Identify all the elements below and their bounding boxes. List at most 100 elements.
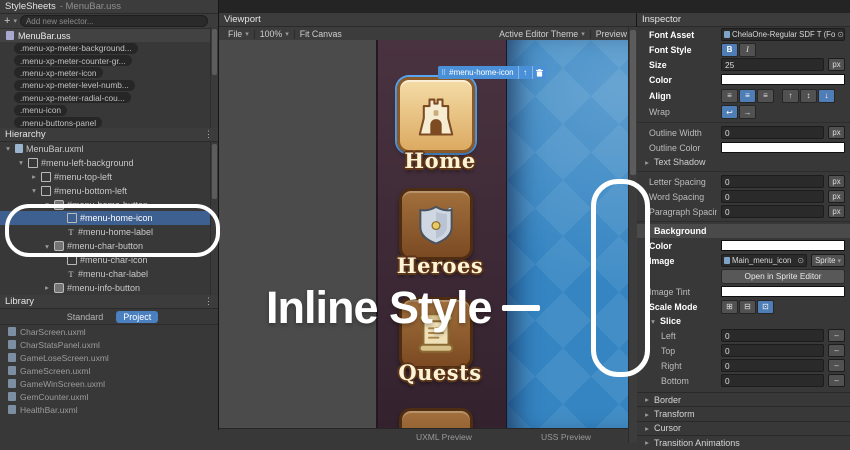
library-item[interactable]: GemCounter.uxml bbox=[0, 390, 218, 403]
slice-left-unit-dropdown[interactable]: – bbox=[828, 329, 845, 342]
object-picker-icon[interactable]: ⊙ bbox=[837, 30, 844, 39]
wrap-off-button[interactable]: → bbox=[739, 105, 756, 119]
game-heroes-button[interactable] bbox=[399, 188, 473, 260]
library-item[interactable]: GameWinScreen.uxml bbox=[0, 377, 218, 390]
tab-standard[interactable]: Standard bbox=[60, 311, 111, 323]
outline-width-input[interactable]: 0 bbox=[721, 126, 824, 139]
foldout-icon[interactable]: ▾ bbox=[30, 186, 38, 195]
background-color-swatch[interactable] bbox=[721, 240, 845, 251]
foldout-icon[interactable]: ▸ bbox=[43, 283, 51, 292]
library-item[interactable]: CharScreen.uxml bbox=[0, 325, 218, 338]
add-selector-input[interactable] bbox=[20, 15, 208, 27]
stylesheets-scrollbar-thumb[interactable] bbox=[212, 29, 217, 75]
slice-bottom-unit-dropdown[interactable]: – bbox=[828, 374, 845, 387]
slice-left-input[interactable]: 0 bbox=[721, 329, 824, 342]
stylesheet-file-row[interactable]: MenuBar.uss bbox=[0, 29, 218, 42]
selector-row[interactable]: .menu-xp-meter-level-numb... bbox=[0, 79, 218, 91]
image-type-dropdown[interactable]: Sprite ▾ bbox=[811, 254, 845, 267]
image-tint-swatch[interactable] bbox=[721, 286, 845, 297]
word-spacing-input[interactable]: 0 bbox=[721, 190, 824, 203]
paragraph-spacing-unit-dropdown[interactable]: px bbox=[828, 205, 845, 218]
tab-project[interactable]: Project bbox=[116, 311, 158, 323]
slice-right-input[interactable]: 0 bbox=[721, 359, 824, 372]
uxml-preview-pane-header[interactable]: UXML Preview bbox=[416, 432, 472, 442]
hierarchy-item[interactable]: ▾ #menu-char-button bbox=[0, 239, 218, 253]
hierarchy-item[interactable]: ▾ #menu-home-button bbox=[0, 198, 218, 212]
hierarchy-scrollbar-thumb[interactable] bbox=[212, 144, 217, 199]
delete-icon[interactable] bbox=[532, 66, 546, 79]
outline-width-unit-dropdown[interactable]: px bbox=[828, 126, 845, 139]
selector-row[interactable]: .menu-xp-meter-counter-gr... bbox=[0, 54, 218, 66]
selector-row[interactable]: .menu-xp-meter-radial-cou... bbox=[0, 92, 218, 104]
font-size-input[interactable]: 25 bbox=[721, 58, 824, 71]
fit-canvas-button[interactable]: Fit Canvas bbox=[295, 27, 347, 41]
font-asset-field[interactable]: ChelaOne-Regular SDF T (Fo ⊙ bbox=[721, 28, 845, 41]
scale-crop-button[interactable]: ⊡ bbox=[757, 300, 774, 314]
zoom-dropdown[interactable]: 100%▾ bbox=[255, 27, 294, 41]
outline-color-swatch[interactable] bbox=[721, 142, 845, 153]
add-selector-caret-icon[interactable]: ▾ bbox=[13, 17, 17, 25]
hierarchy-item[interactable]: ▾ #menu-bottom-left bbox=[0, 184, 218, 198]
inspector-scrollbar-thumb[interactable] bbox=[630, 30, 636, 175]
letter-spacing-unit-dropdown[interactable]: px bbox=[828, 175, 845, 188]
hierarchy-item-selected[interactable]: #menu-home-icon bbox=[0, 211, 218, 225]
game-menu-button-partial[interactable] bbox=[399, 408, 473, 428]
italic-button[interactable]: I bbox=[739, 43, 756, 57]
hierarchy-item[interactable]: ▸ #menu-info-button bbox=[0, 281, 218, 295]
wrap-on-button[interactable]: ↩ bbox=[721, 105, 738, 119]
open-sprite-editor-button[interactable]: Open in Sprite Editor bbox=[721, 269, 845, 284]
object-picker-icon[interactable]: ⊙ bbox=[797, 256, 804, 265]
uss-preview-pane-header[interactable]: USS Preview bbox=[541, 432, 591, 442]
paragraph-spacing-input[interactable]: 0 bbox=[721, 205, 824, 218]
foldout-icon[interactable]: ▾ bbox=[4, 144, 12, 153]
align-center-button[interactable]: ≡ bbox=[739, 89, 756, 103]
background-section-foldout[interactable]: ▾ Background bbox=[637, 224, 850, 238]
slice-foldout[interactable]: ▾ Slice bbox=[637, 314, 850, 328]
font-color-swatch[interactable] bbox=[721, 74, 845, 85]
cursor-section-foldout[interactable]: ▸ Cursor bbox=[637, 421, 850, 435]
border-section-foldout[interactable]: ▸ Border bbox=[637, 392, 850, 406]
scale-fit-button[interactable]: ⊟ bbox=[739, 300, 756, 314]
valign-middle-button[interactable]: ↕ bbox=[800, 89, 817, 103]
align-left-button[interactable]: ≡ bbox=[721, 89, 738, 103]
slice-bottom-input[interactable]: 0 bbox=[721, 374, 824, 387]
preview-toggle-button[interactable]: Preview bbox=[591, 27, 632, 41]
library-item[interactable]: GameLoseScreen.uxml bbox=[0, 351, 218, 364]
stylesheets-scrollbar[interactable] bbox=[210, 27, 218, 141]
hierarchy-item[interactable]: ▾ MenuBar.uxml bbox=[0, 142, 218, 156]
align-right-button[interactable]: ≡ bbox=[757, 89, 774, 103]
selector-row[interactable]: .menu-xp-meter-background... bbox=[0, 42, 218, 54]
text-shadow-foldout[interactable]: ▸ Text Shadow bbox=[637, 155, 850, 169]
drag-handle-icon[interactable]: ⠿ bbox=[438, 69, 449, 77]
letter-spacing-input[interactable]: 0 bbox=[721, 175, 824, 188]
library-item[interactable]: GameScreen.uxml bbox=[0, 364, 218, 377]
foldout-icon[interactable]: ▸ bbox=[30, 172, 38, 181]
library-item[interactable]: HealthBar.uxml bbox=[0, 403, 218, 416]
transform-section-foldout[interactable]: ▸ Transform bbox=[637, 406, 850, 420]
valign-bottom-button[interactable]: ↓ bbox=[818, 89, 835, 103]
slice-right-unit-dropdown[interactable]: – bbox=[828, 359, 845, 372]
hierarchy-scrollbar[interactable] bbox=[210, 142, 218, 295]
add-selector-button[interactable]: + bbox=[4, 16, 10, 26]
game-quests-button[interactable] bbox=[399, 297, 473, 369]
slice-top-input[interactable]: 0 bbox=[721, 344, 824, 357]
valign-top-button[interactable]: ↑ bbox=[782, 89, 799, 103]
foldout-icon[interactable]: ▾ bbox=[43, 200, 51, 209]
unparent-icon[interactable]: ↑ bbox=[518, 66, 532, 79]
hierarchy-item[interactable]: T #menu-home-label bbox=[0, 225, 218, 239]
selector-row[interactable]: .menu-buttons-panel bbox=[0, 116, 218, 128]
library-menu-icon[interactable]: ⋮ bbox=[204, 296, 213, 307]
selector-row[interactable]: .menu-xp-meter-icon bbox=[0, 67, 218, 79]
bold-button[interactable]: B bbox=[721, 43, 738, 57]
inspector-scrollbar[interactable] bbox=[628, 27, 637, 443]
theme-dropdown[interactable]: Active Editor Theme▾ bbox=[494, 27, 590, 41]
game-home-button[interactable] bbox=[397, 77, 475, 153]
slice-top-unit-dropdown[interactable]: – bbox=[828, 344, 845, 357]
hierarchy-item[interactable]: ▸ #menu-top-left bbox=[0, 170, 218, 184]
background-image-field[interactable]: Main_menu_icon ⊙ bbox=[721, 254, 807, 267]
font-size-unit-dropdown[interactable]: px bbox=[828, 58, 845, 71]
selector-row[interactable]: .menu-icon bbox=[0, 104, 218, 116]
scale-stretch-button[interactable]: ⊞ bbox=[721, 300, 738, 314]
hierarchy-menu-icon[interactable]: ⋮ bbox=[204, 129, 213, 140]
canvas[interactable]: Home Heroes bbox=[219, 40, 636, 428]
